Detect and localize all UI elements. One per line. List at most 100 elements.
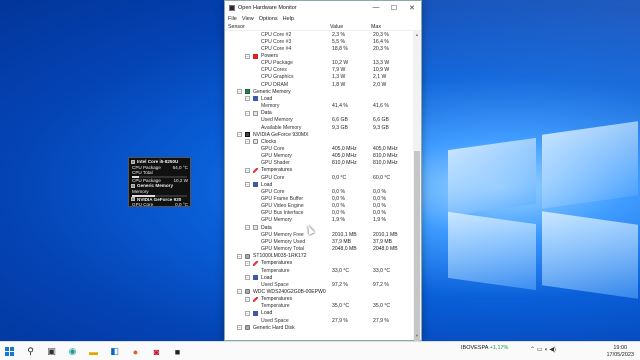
sensor-row[interactable]: GPU Memory 405,0 MHz 810,0 MHz bbox=[225, 153, 413, 160]
collapse-toggle-icon[interactable]: − bbox=[245, 260, 250, 266]
collapse-toggle-icon[interactable]: − bbox=[245, 53, 250, 59]
close-button[interactable]: ✕ bbox=[403, 1, 421, 14]
sensor-row[interactable]: Temperature 35,0 °C 35,0 °C bbox=[225, 303, 413, 310]
sensor-row[interactable]: CPU Core #2 2,3 % 20,3 % bbox=[225, 31, 413, 38]
sensor-group-node[interactable]: − Powers bbox=[225, 52, 413, 59]
collapse-toggle-icon[interactable]: − bbox=[237, 253, 242, 259]
edge-browser-icon[interactable]: ◉ bbox=[66, 345, 79, 358]
window-title: Open Hardware Monitor bbox=[238, 4, 297, 11]
sensor-group-node[interactable]: − Data bbox=[225, 110, 413, 117]
sensor-max: 33,0 °C bbox=[373, 267, 391, 274]
sensor-row[interactable]: Used Space 27,9 % 27,9 % bbox=[225, 317, 413, 324]
sensor-group-node[interactable]: − Load bbox=[225, 181, 413, 188]
sensor-row[interactable]: GPU Frame Buffer 0,0 % 0,0 % bbox=[225, 195, 413, 202]
sensor-row[interactable]: CPU Cores 7,9 W 10,9 W bbox=[225, 67, 413, 74]
sensor-row[interactable]: Available Memory 9,3 GB 9,3 GB bbox=[225, 124, 413, 131]
vertical-scrollbar[interactable]: ▲ ▼ bbox=[413, 31, 421, 360]
sensor-row[interactable]: CPU DRAM 1,8 W 2,0 W bbox=[225, 81, 413, 88]
sensor-value: 18,8 % bbox=[332, 45, 348, 52]
sensor-row[interactable]: CPU Graphics 1,3 W 2,1 W bbox=[225, 74, 413, 81]
sensor-row[interactable]: GPU Video Engine 0,0 % 0,0 % bbox=[225, 203, 413, 210]
collapse-toggle-icon[interactable]: − bbox=[245, 310, 250, 316]
sensor-group-node[interactable]: − Temperatures bbox=[225, 260, 413, 267]
sensor-row[interactable]: CPU Core #4 18,8 % 20,3 % bbox=[225, 45, 413, 52]
sensor-row[interactable]: GPU Memory Used 37,9 MB 37,9 MB bbox=[225, 238, 413, 245]
stock-ticker[interactable]: IBOVESPA +1,17% bbox=[461, 345, 508, 352]
collapse-toggle-icon[interactable]: − bbox=[245, 225, 250, 231]
collapse-toggle-icon[interactable]: − bbox=[237, 132, 242, 138]
title-bar[interactable]: Open Hardware Monitor — ☐ ✕ bbox=[225, 1, 421, 14]
sensor-tree[interactable]: CPU Core #2 2,3 % 20,3 % CPU Core #3 5,5 % 16… bbox=[225, 31, 413, 340]
sensor-group-node[interactable]: − Clocks bbox=[225, 138, 413, 145]
sensor-group-node[interactable]: − Load bbox=[225, 310, 413, 317]
scroll-up-arrow-icon[interactable]: ▲ bbox=[413, 31, 421, 39]
collapse-toggle-icon[interactable]: − bbox=[245, 139, 250, 145]
start-button[interactable] bbox=[3, 345, 16, 358]
hardware-node[interactable]: − Generic Hard Disk bbox=[225, 324, 413, 331]
sensor-row[interactable]: GPU Core 405,0 MHz 405,0 MHz bbox=[225, 145, 413, 152]
sensor-label: ST1000LM035-1RK172 bbox=[253, 253, 307, 260]
column-max[interactable]: Max bbox=[371, 24, 411, 30]
store-icon[interactable]: ◧ bbox=[108, 345, 121, 358]
gpu-icon bbox=[131, 197, 135, 202]
windows-icon bbox=[5, 347, 14, 356]
menu-file[interactable]: File bbox=[228, 16, 237, 22]
collapse-toggle-icon[interactable]: − bbox=[245, 96, 250, 102]
menu-options[interactable]: Options bbox=[259, 16, 278, 22]
collapse-toggle-icon[interactable]: − bbox=[237, 325, 242, 331]
sensor-group-node[interactable]: − Data bbox=[225, 224, 413, 231]
sensor-row[interactable]: Used Memory 6,6 GB 6,6 GB bbox=[225, 117, 413, 124]
sensor-max: 2048,0 MB bbox=[373, 246, 398, 253]
sensor-row[interactable]: Temperature 33,0 °C 33,0 °C bbox=[225, 267, 413, 274]
collapse-toggle-icon[interactable]: − bbox=[237, 89, 242, 95]
hardware-monitor-taskbar-icon[interactable]: ■ bbox=[171, 345, 184, 358]
sensor-row[interactable]: Used Space 97,2 % 97,2 % bbox=[225, 281, 413, 288]
hardware-node[interactable]: − Generic Memory bbox=[225, 88, 413, 95]
sensor-label: WDC WDS240G2G0B-00EPW0 bbox=[253, 288, 326, 295]
file-explorer-icon[interactable]: ▬ bbox=[87, 345, 100, 358]
sensor-label: Load bbox=[261, 181, 273, 188]
sensor-group-node[interactable]: − Temperatures bbox=[225, 167, 413, 174]
sensor-group-node[interactable]: − Load bbox=[225, 95, 413, 102]
tray-icons[interactable]: ⌃ ▭ ◖ ◀) bbox=[530, 347, 556, 354]
column-sensor[interactable]: Sensor bbox=[225, 24, 330, 30]
column-value[interactable]: Value bbox=[330, 24, 371, 30]
task-view-icon[interactable]: ▣ bbox=[45, 345, 58, 358]
collapse-toggle-icon[interactable]: − bbox=[245, 110, 250, 116]
collapse-toggle-icon[interactable]: − bbox=[237, 289, 242, 295]
sensor-group-node[interactable]: − Temperatures bbox=[225, 296, 413, 303]
hardware-node[interactable]: − ST1000LM035-1RK172 bbox=[225, 253, 413, 260]
sensor-label: Used Memory bbox=[261, 117, 293, 124]
sensor-row[interactable]: GPU Memory Total 2048,0 MB 2048,0 MB bbox=[225, 246, 413, 253]
sensor-row[interactable]: GPU Memory Free 2010,1 MB 2010,1 MB bbox=[225, 231, 413, 238]
collapse-toggle-icon[interactable]: − bbox=[245, 275, 250, 281]
sensor-row[interactable]: GPU Core 0,0 % 0,0 % bbox=[225, 188, 413, 195]
sensor-gadget[interactable]: Intel Core i5-8250U CPU Package 64,0 °C … bbox=[128, 157, 191, 207]
red-app-icon[interactable]: ◙ bbox=[150, 345, 163, 358]
collapse-toggle-icon[interactable]: − bbox=[245, 296, 250, 302]
sensor-row[interactable]: GPU Memory 1,9 % 1,9 % bbox=[225, 217, 413, 224]
sensor-row[interactable]: GPU Shader 810,0 MHz 810,0 MHz bbox=[225, 160, 413, 167]
hardware-node[interactable]: − NVIDIA GeForce 930MX bbox=[225, 131, 413, 138]
sensor-max: 2,0 W bbox=[373, 81, 387, 88]
menu-view[interactable]: View bbox=[242, 16, 254, 22]
hardware-node[interactable]: − WDC WDS240G2G0B-00EPW0 bbox=[225, 288, 413, 295]
search-icon[interactable]: ⚲ bbox=[24, 345, 37, 358]
scroll-thumb[interactable] bbox=[414, 151, 420, 360]
scroll-down-arrow-icon[interactable]: ▼ bbox=[413, 332, 421, 340]
sensor-label: Generic Memory bbox=[253, 88, 291, 95]
collapse-toggle-icon[interactable]: − bbox=[245, 182, 250, 188]
sensor-row[interactable]: CPU Core #3 5,5 % 16,4 % bbox=[225, 38, 413, 45]
sensor-max: 6,6 GB bbox=[373, 117, 389, 124]
sensor-row[interactable]: Memory 41,4 % 41,6 % bbox=[225, 103, 413, 110]
menu-help[interactable]: Help bbox=[283, 16, 294, 22]
minimize-button[interactable]: — bbox=[367, 1, 385, 14]
sensor-group-node[interactable]: − Load bbox=[225, 274, 413, 281]
maximize-button[interactable]: ☐ bbox=[385, 1, 403, 14]
collapse-toggle-icon[interactable]: − bbox=[245, 167, 250, 173]
firefox-icon[interactable]: ● bbox=[129, 345, 142, 358]
sensor-row[interactable]: CPU Package 10,2 W 13,3 W bbox=[225, 60, 413, 67]
sensor-row[interactable]: GPU Bus Interface 0,0 % 0,0 % bbox=[225, 210, 413, 217]
system-clock[interactable]: 19:00 17/05/2023 bbox=[606, 345, 634, 358]
sensor-row[interactable]: GPU Core 0,0 °C 60,0 °C bbox=[225, 174, 413, 181]
